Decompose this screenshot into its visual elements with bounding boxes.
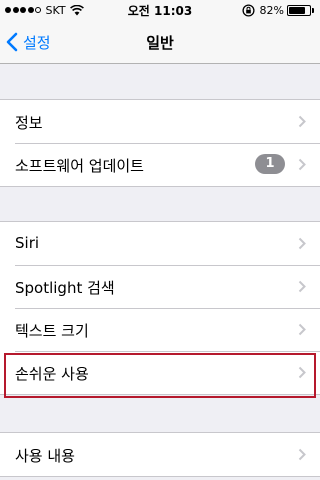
settings-group-3: 사용 내용: [0, 432, 320, 477]
row-label: Spotlight 검색: [15, 279, 115, 297]
settings-row-about[interactable]: 정보: [0, 100, 320, 143]
row-label: 정보: [15, 114, 43, 132]
status-right: 82%: [241, 3, 314, 17]
chevron-right-icon: [298, 366, 306, 379]
settings-row-text-size[interactable]: 텍스트 크기: [0, 308, 320, 351]
settings-row-siri[interactable]: Siri: [0, 222, 320, 265]
row-label: 사용 내용: [15, 447, 75, 465]
battery-fill: [289, 6, 306, 14]
row-label: 소프트웨어 업데이트: [15, 157, 144, 175]
navigation-bar: 설정 일반: [0, 20, 320, 64]
row-label: Siri: [15, 234, 40, 252]
rotation-lock-icon: [241, 3, 255, 17]
settings-row-usage[interactable]: 사용 내용: [0, 433, 320, 476]
row-label: 손쉬운 사용: [15, 365, 89, 383]
chevron-right-icon: [298, 280, 306, 293]
settings-row-software-update[interactable]: 소프트웨어 업데이트 1: [0, 143, 320, 186]
status-bar: SKT 오전 11:03 82%: [0, 0, 320, 20]
battery-cap: [312, 7, 314, 13]
settings-group-2: Siri Spotlight 검색 텍스트 크기 손쉬운 사용: [0, 221, 320, 395]
settings-row-accessibility[interactable]: 손쉬운 사용: [0, 351, 320, 394]
chevron-right-icon: [298, 115, 306, 128]
chevron-right-icon: [298, 323, 306, 336]
chevron-right-icon: [298, 237, 306, 250]
battery-icon: [287, 4, 311, 16]
battery-percent: 82%: [259, 3, 284, 17]
settings-row-spotlight-search[interactable]: Spotlight 검색: [0, 265, 320, 308]
update-count-badge: 1: [255, 154, 285, 174]
chevron-right-icon: [298, 158, 306, 171]
row-label: 텍스트 크기: [15, 322, 89, 340]
settings-group-1: 정보 소프트웨어 업데이트 1: [0, 99, 320, 187]
chevron-right-icon: [298, 448, 306, 461]
page-title: 일반: [146, 34, 174, 52]
